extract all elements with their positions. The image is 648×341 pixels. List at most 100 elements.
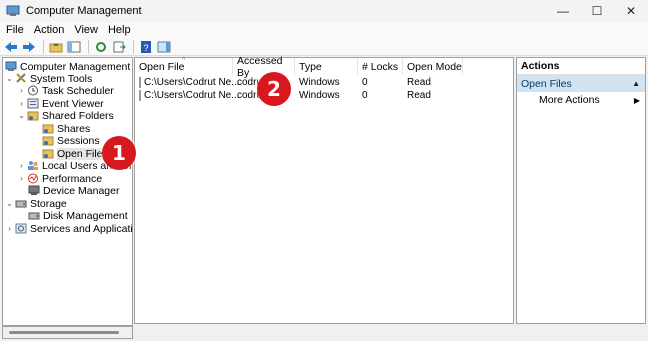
menu-file[interactable]: File	[0, 24, 29, 36]
chevron-right-icon: ▶	[633, 95, 640, 105]
actions-section-label: Open Files	[521, 77, 572, 90]
toolbar-separator	[88, 39, 89, 54]
tree-label-disk-management: Disk Management	[43, 209, 128, 222]
cell-type: Windows	[299, 90, 340, 101]
column-label: Open File	[139, 60, 185, 73]
tree-item-services-apps[interactable]: › Services and Applications	[5, 222, 133, 235]
event-viewer-icon	[27, 98, 39, 109]
minimize-button[interactable]: —	[546, 0, 580, 22]
open-files-list: Open File ^ Accessed By Type # Locks Ope…	[134, 55, 515, 324]
file-icon	[139, 77, 141, 88]
svg-text:?: ?	[143, 43, 148, 53]
column-label: Open Mode	[407, 60, 462, 73]
tree-item-task-scheduler[interactable]: › Task Scheduler	[17, 84, 114, 97]
storage-icon	[15, 198, 27, 209]
window-title: Computer Management	[26, 5, 142, 17]
file-icon	[139, 90, 141, 101]
column-header-open-mode[interactable]: Open Mode	[403, 58, 463, 75]
column-header-accessed-by[interactable]: Accessed By	[233, 55, 295, 79]
chevron-right-icon[interactable]: ›	[17, 86, 26, 95]
column-header-locks[interactable]: # Locks	[358, 58, 403, 75]
share-folder-icon	[42, 123, 54, 134]
performance-icon	[27, 173, 39, 184]
chevron-down-icon[interactable]: ⌄	[5, 74, 14, 83]
actions-pane: Actions Open Files ▲ More Actions ▶	[516, 57, 646, 324]
callout-badge-1: 1	[102, 136, 136, 170]
chevron-right-icon[interactable]: ›	[17, 99, 26, 108]
chevron-right-icon[interactable]: ›	[5, 224, 14, 233]
title-bar: Computer Management — ☐ ✕	[0, 0, 648, 22]
menu-bar: File Action View Help	[0, 22, 648, 38]
more-actions-label: More Actions	[539, 94, 600, 106]
tree-label-open-files: Open Files	[57, 147, 108, 160]
users-icon	[27, 160, 39, 171]
toolbox-icon	[15, 73, 27, 84]
up-folder-icon[interactable]	[48, 40, 64, 54]
cell-open-mode: Read	[407, 90, 431, 101]
device-manager-icon	[28, 185, 40, 196]
open-files-folder-icon	[42, 148, 54, 159]
toolbar: ?	[0, 38, 648, 56]
cell-open-file: C:\Users\Codrut Ne...	[135, 76, 240, 89]
tree-item-disk-management[interactable]: Disk Management	[27, 209, 128, 222]
tree-label-shares: Shares	[57, 122, 91, 135]
table-row[interactable]: C:\Users\Codrut Ne... codrut Windows 0 R…	[135, 89, 515, 102]
computer-management-icon	[6, 5, 20, 17]
callout-badge-2: 2	[257, 72, 291, 106]
cell-type: Windows	[299, 77, 340, 88]
help-icon[interactable]: ?	[138, 40, 154, 54]
export-list-icon[interactable]	[111, 40, 127, 54]
forward-arrow-icon[interactable]	[21, 40, 37, 54]
chevron-right-icon[interactable]: ›	[17, 161, 26, 170]
column-header-type[interactable]: Type	[295, 58, 358, 75]
cell-locks: 0	[362, 77, 368, 88]
column-header-open-file[interactable]: Open File ^	[135, 57, 233, 75]
tree-label-root: Computer Management (Local)	[20, 60, 132, 73]
actions-section-open-files[interactable]: Open Files ▲	[517, 75, 645, 92]
cell-open-mode: Read	[407, 77, 431, 88]
column-label: # Locks	[362, 60, 399, 73]
sort-up-icon: ^	[182, 57, 186, 64]
close-button[interactable]: ✕	[614, 0, 648, 22]
sessions-folder-icon	[42, 135, 54, 146]
show-hide-action-pane-icon[interactable]	[156, 40, 172, 54]
disk-management-icon	[28, 210, 40, 221]
tree-label-storage: Storage	[30, 197, 67, 210]
shared-folder-icon	[27, 110, 39, 121]
refresh-icon[interactable]	[93, 40, 109, 54]
tree-label-services-apps: Services and Applications	[30, 222, 133, 235]
tree-label-performance: Performance	[42, 172, 103, 185]
maximize-button[interactable]: ☐	[580, 0, 614, 22]
chevron-down-icon[interactable]: ⌄	[17, 111, 26, 120]
computer-icon	[5, 61, 17, 72]
tree-item-sessions[interactable]: Sessions	[41, 134, 100, 147]
chevron-right-icon[interactable]: ›	[17, 174, 26, 183]
menu-action[interactable]: Action	[29, 24, 70, 36]
console-tree: Computer Management (Local) ⌄ System Too…	[2, 57, 133, 326]
cell-locks: 0	[362, 90, 368, 101]
tree-horizontal-scrollbar[interactable]	[2, 326, 133, 339]
tree-label-system-tools: System Tools	[30, 72, 93, 85]
show-hide-tree-icon[interactable]	[66, 40, 82, 54]
table-row[interactable]: C:\Users\Codrut Ne... codrut Windows 0 R…	[135, 76, 515, 89]
toolbar-separator	[133, 39, 134, 54]
more-actions-item[interactable]: More Actions ▶	[517, 92, 645, 108]
scrollbar-thumb[interactable]	[9, 331, 119, 334]
tree-label-event-viewer: Event Viewer	[42, 97, 104, 110]
tree-label-task-scheduler: Task Scheduler	[42, 84, 114, 97]
collapse-up-icon[interactable]: ▲	[632, 79, 640, 88]
tree-item-device-manager[interactable]: Device Manager	[27, 184, 119, 197]
status-bar	[134, 324, 646, 339]
clock-icon	[27, 85, 39, 96]
menu-help[interactable]: Help	[103, 24, 136, 36]
tree-item-shared-folders[interactable]: ⌄ Shared Folders	[17, 109, 114, 122]
cell-text: C:\Users\Codrut Ne...	[144, 90, 240, 101]
tree-label-shared-folders: Shared Folders	[42, 109, 114, 122]
column-label: Type	[299, 60, 322, 73]
menu-view[interactable]: View	[69, 24, 103, 36]
cell-text: C:\Users\Codrut Ne...	[144, 77, 240, 88]
toolbar-separator	[43, 39, 44, 54]
back-arrow-icon[interactable]	[3, 40, 19, 54]
services-icon	[15, 223, 27, 234]
chevron-down-icon[interactable]: ⌄	[5, 199, 14, 208]
